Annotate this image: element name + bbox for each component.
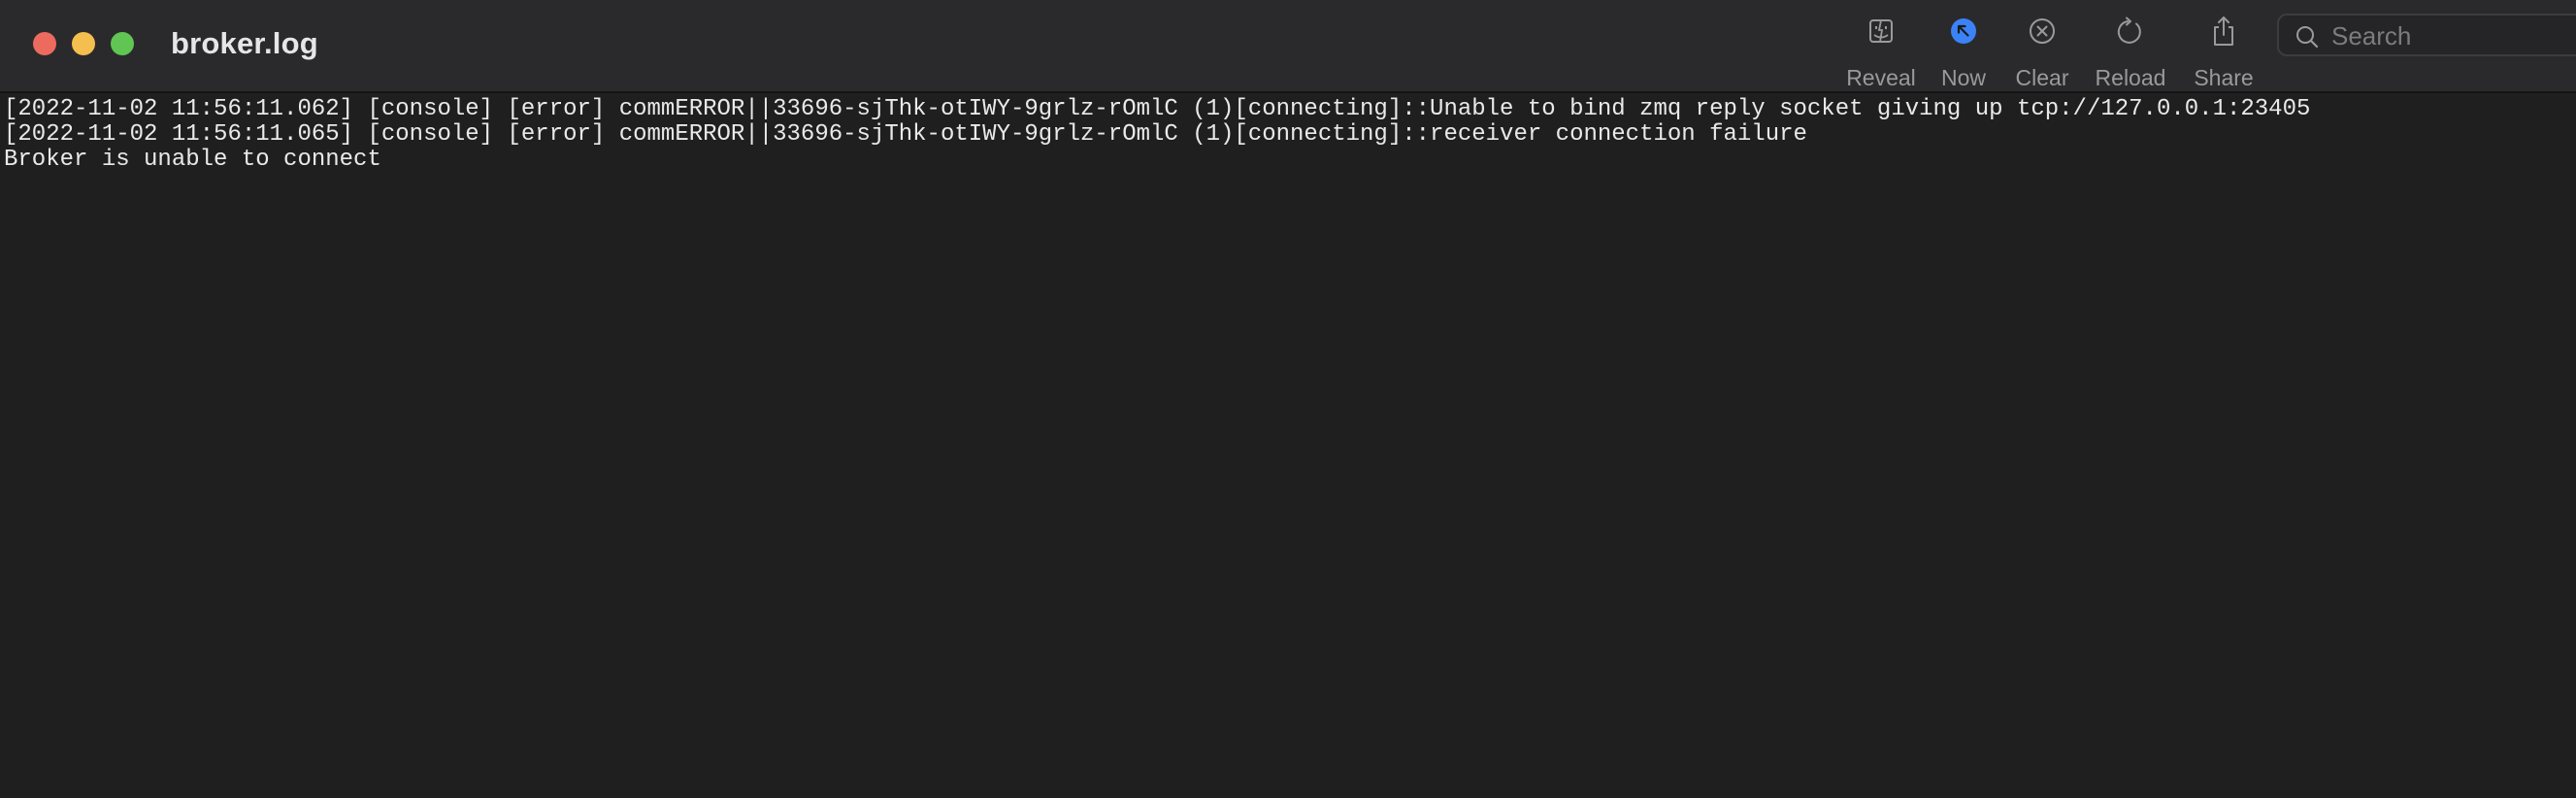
minimize-window-button[interactable] — [72, 32, 95, 55]
now-label: Now — [1940, 65, 1986, 90]
clear-button[interactable]: Clear — [2007, 14, 2077, 91]
log-output[interactable]: [2022-11-02 11:56:11.062] [console] [err… — [0, 95, 2576, 798]
clear-label: Clear — [2015, 65, 2069, 90]
log-line: [2022-11-02 11:56:11.065] [console] [err… — [4, 121, 1807, 148]
search-input[interactable] — [2331, 19, 2574, 52]
log-line: [2022-11-02 11:56:11.062] [console] [err… — [4, 96, 2311, 122]
reload-button[interactable]: Reload — [2089, 14, 2172, 91]
magnifier-icon — [2295, 24, 2320, 50]
search-field[interactable] — [2277, 14, 2576, 56]
share-label: Share — [2194, 65, 2254, 90]
console-window: broker.log Reveal Now Clear Reload Share… — [0, 0, 2576, 798]
circular-arrow-icon — [2111, 14, 2150, 48]
log-line: Broker is unable to connect — [4, 147, 381, 173]
now-button[interactable]: Now — [1932, 14, 1996, 91]
reveal-label: Reveal — [1846, 65, 1916, 90]
zoom-window-button[interactable] — [111, 32, 134, 55]
window-title: broker.log — [171, 26, 318, 60]
share-button[interactable]: Share — [2186, 14, 2262, 91]
arrow-up-left-circle-icon — [1944, 14, 1983, 48]
reveal-button[interactable]: Reveal — [1840, 14, 1922, 91]
finder-face-icon — [1862, 14, 1900, 48]
reload-label: Reload — [2095, 65, 2166, 90]
title-bar: broker.log Reveal Now Clear Reload Share… — [0, 0, 2576, 93]
close-window-button[interactable] — [33, 32, 56, 55]
share-icon — [2204, 14, 2243, 48]
x-circle-icon — [2023, 14, 2062, 48]
